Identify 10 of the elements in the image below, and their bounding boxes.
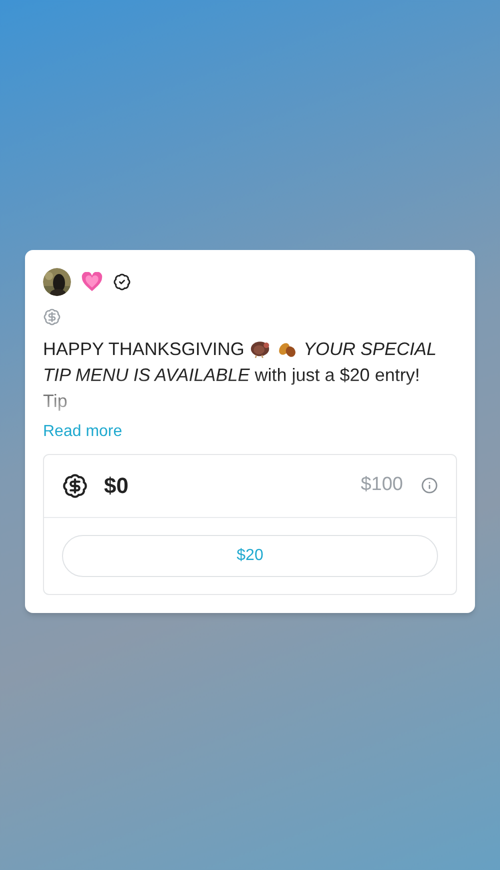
- tip-amount: $0: [104, 472, 128, 500]
- verified-icon: [113, 272, 131, 290]
- read-more-link[interactable]: Read more: [43, 420, 122, 444]
- tip-icon: [62, 472, 88, 498]
- post-text: HAPPY THANKSGIVING YOUR SPECIAL TIP MENU IS AVAILABLE with just a $20 entry! Tip: [43, 336, 438, 413]
- heart-icon: [81, 272, 103, 292]
- tip-max: $100: [360, 473, 403, 498]
- tip-icon: [43, 308, 61, 326]
- info-icon[interactable]: [421, 477, 438, 494]
- tip-option-button[interactable]: $20: [62, 534, 438, 576]
